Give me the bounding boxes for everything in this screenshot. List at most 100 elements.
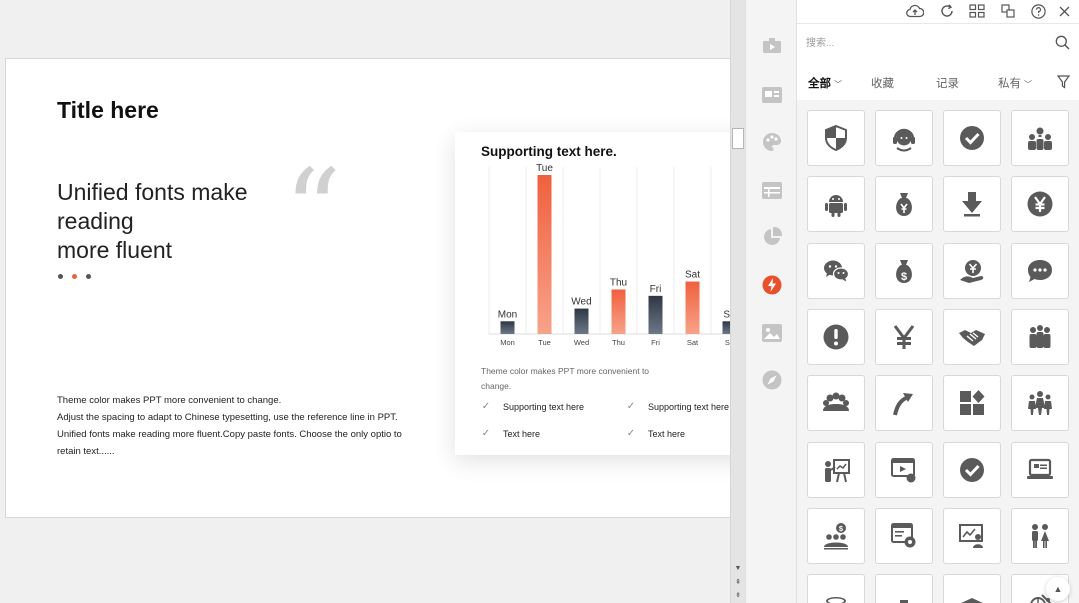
icon-tile[interactable] [1011,176,1069,233]
exclamation-icon [823,324,849,350]
icon-library-panel: 全部﹀ 收藏 记录 私有﹀ $$ ▲ [797,0,1079,603]
icon-tile[interactable] [875,308,933,365]
quote-text[interactable]: Unified fonts make reading more fluent [57,178,272,265]
icon-tile[interactable] [943,110,1001,166]
chart-tick-label: Sat [687,338,699,347]
icon-tile[interactable] [807,574,865,603]
chart-tick-label: Mon [500,338,515,347]
scroll-down-icon[interactable]: ▼ [732,563,744,575]
icon-tile[interactable] [875,574,933,603]
icon-tile[interactable] [807,308,865,365]
icon-tile[interactable] [943,375,1001,432]
icon-tile[interactable] [943,574,1001,603]
picture-icon[interactable] [761,322,783,344]
icon-tile[interactable] [875,441,933,498]
tab-private[interactable]: 私有 ﹀ [998,75,1032,91]
icon-tile[interactable] [875,507,933,564]
check-label: Supporting text here [648,402,730,412]
slide-canvas: Title here Unified fonts make reading mo… [0,0,745,603]
icon-tile[interactable] [943,441,1001,498]
icon-tile[interactable] [943,308,1001,365]
search-input[interactable] [806,35,1046,51]
yen-coin-icon [1027,191,1053,217]
body-line: Theme color makes PPT more convenient to… [57,395,282,406]
icon-tile[interactable] [1011,242,1069,299]
scrollbar-thumb[interactable] [732,128,744,149]
icon-tile[interactable] [1011,308,1069,365]
tab-history[interactable]: 记录 [936,75,959,91]
slide-title[interactable]: Title here [57,97,159,124]
chart-data-label: Wed [571,297,591,308]
filter-icon[interactable] [1056,75,1071,94]
slide[interactable]: Title here Unified fonts make reading mo… [5,58,740,518]
next-page-icon[interactable]: ⇟ [732,590,744,602]
compass-icon[interactable] [761,369,783,391]
icon-tile[interactable] [807,375,865,432]
panel-icon-rail [745,0,797,603]
presentation-icon[interactable] [761,36,783,58]
tab-all[interactable]: 全部 ﹀ [808,75,842,91]
panel-toolbar [797,0,1079,24]
search-icon[interactable] [1055,35,1070,55]
icon-tile[interactable] [807,441,865,498]
icon-tile[interactable] [943,176,1001,233]
svg-text:$: $ [901,271,907,283]
palette-icon[interactable] [761,131,783,153]
download-arrow-icon [962,192,982,217]
chart-bar-fri [648,295,663,334]
vertical-scrollbar[interactable]: ▼ ⇞ ⇟ [730,0,745,603]
scroll-top-button[interactable]: ▲ [1046,577,1070,601]
prev-page-icon[interactable]: ⇞ [732,577,744,589]
icon-tile[interactable] [807,242,865,299]
chevron-down-icon: ﹀ [1024,80,1032,89]
help-icon[interactable] [1028,1,1048,21]
apps-grid-icon [960,390,985,416]
chart-data-label: Mon [498,309,517,320]
icon-tile[interactable] [875,176,933,233]
chart-bar-sat [685,281,700,334]
chart-tick-label: Wed [574,338,589,347]
icon-tile[interactable] [807,176,865,233]
check-icon: ✓ [626,428,636,439]
shield-icon [825,124,847,152]
icon-tile[interactable] [1011,441,1069,498]
grid-layout-icon[interactable] [967,1,987,21]
check-item: ✓ Supporting text here [625,401,729,413]
icon-tile[interactable] [943,507,1001,564]
icon-grid: $ $ [797,100,1079,603]
icon-tile[interactable] [1011,110,1069,166]
icon-tile[interactable] [875,375,933,432]
decorative-dots [58,274,91,279]
search-bar [797,24,1079,62]
dot [86,274,91,279]
icon-tile[interactable] [1011,375,1069,432]
refresh-icon[interactable] [937,1,957,21]
icon-tile[interactable] [875,110,933,166]
icon-tile[interactable] [807,110,865,166]
pie-chart-icon[interactable] [761,226,783,248]
table-icon[interactable] [761,179,783,201]
chart-tick-label: Tue [538,338,551,347]
check-item: ✓ Supporting text here [480,401,584,413]
close-icon[interactable] [1054,1,1074,21]
icon-tile[interactable]: $ [875,242,933,299]
icon-tile[interactable] [943,242,1001,299]
tab-label: 记录 [936,78,959,90]
android-icon [825,195,847,218]
chart-data-label: Thu [610,277,627,288]
icon-tile[interactable]: $ [807,507,865,564]
body-line: Adjust the spacing to adapt to Chinese t… [57,412,398,423]
lightning-icon[interactable] [761,274,783,296]
cloud-upload-icon[interactable] [905,1,925,21]
chart-card[interactable]: MonMonTueTueWedWedThuThuFriFriSatSatSuSu… [455,132,739,455]
transform-icon[interactable] [998,1,1018,21]
wechat-icon [824,260,850,282]
chat-bubble-icon [1028,259,1052,282]
icon-tile[interactable] [1011,507,1069,564]
chart-bar-wed [574,308,589,334]
tab-favorites[interactable]: 收藏 [871,75,894,91]
image-text-icon[interactable] [761,84,783,106]
tab-label: 全部 [808,78,831,90]
chart-bar-tue [537,175,552,334]
body-text[interactable]: Theme color makes PPT more convenient to… [57,392,402,460]
